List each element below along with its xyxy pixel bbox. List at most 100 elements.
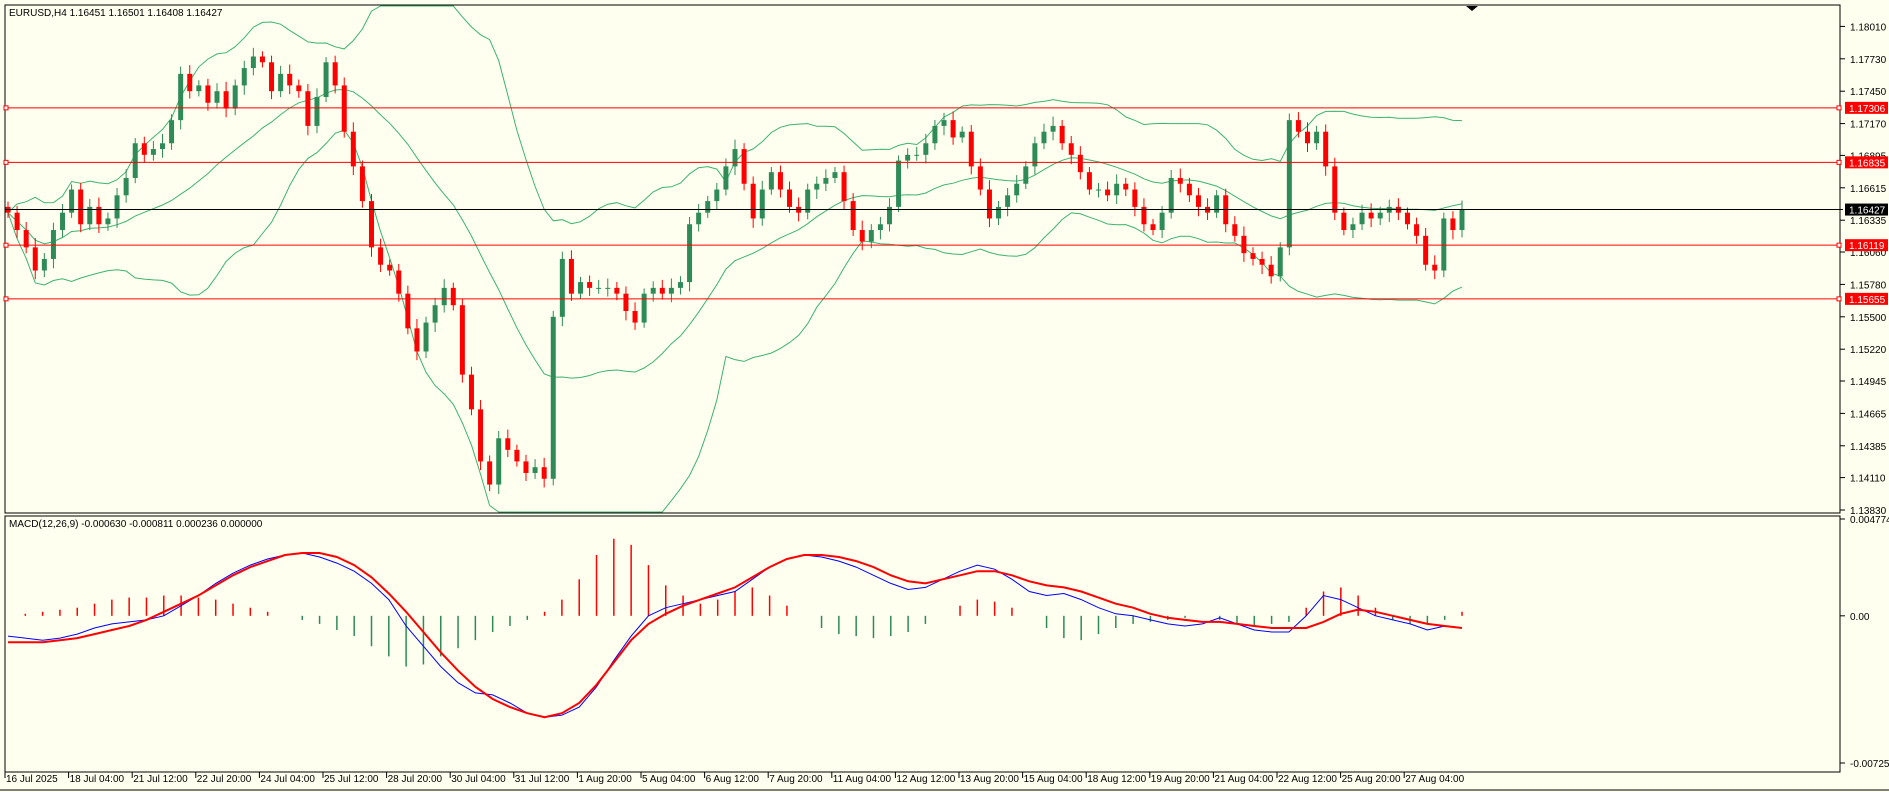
candle-body (1096, 189, 1101, 191)
time-tick-label: 24 Jul 04:00 (260, 774, 315, 785)
price-tick-label: 1.14945 (1850, 377, 1887, 388)
candle-body (1259, 258, 1265, 265)
candle[interactable] (478, 399, 484, 471)
candle-body (1295, 120, 1301, 132)
candle-body (1323, 131, 1329, 167)
candle-body (541, 467, 547, 479)
candle-body (914, 154, 920, 156)
candle[interactable] (359, 160, 365, 208)
level-handle-left[interactable] (3, 242, 9, 248)
candle-body (60, 212, 66, 231)
candle-body (1168, 177, 1174, 213)
price-tick-label: 1.18010 (1850, 22, 1887, 33)
candle-body (787, 189, 793, 207)
candle-body (1032, 143, 1038, 167)
candle-body (305, 91, 311, 126)
candle-body (650, 287, 656, 294)
level-handle-right[interactable] (1836, 296, 1842, 302)
candle[interactable] (323, 57, 329, 103)
candle-body (596, 287, 602, 289)
candle-body (514, 449, 520, 462)
time-tick-label: 22 Aug 12:00 (1278, 774, 1337, 785)
candle[interactable] (1332, 157, 1338, 220)
level-handle-left[interactable] (3, 105, 9, 111)
candle-body (1214, 195, 1220, 213)
candle-body (169, 120, 175, 144)
candle-body (296, 85, 302, 92)
candle-body (187, 73, 193, 92)
candle[interactable] (896, 155, 902, 213)
candle-body (259, 56, 265, 63)
candle-body (877, 224, 883, 231)
level-handle-right[interactable] (1836, 105, 1842, 111)
candle-body (1186, 183, 1192, 196)
candle-body (668, 287, 674, 294)
candle-body (496, 438, 502, 485)
candle[interactable] (741, 143, 747, 191)
price-tick-label: 1.14385 (1850, 442, 1887, 453)
candle-body (487, 461, 493, 485)
candle-body (141, 143, 147, 155)
candle-body (1241, 235, 1247, 254)
candle[interactable] (641, 288, 647, 328)
candle[interactable] (1286, 113, 1292, 256)
candle-body (1404, 212, 1410, 225)
candle-body (777, 172, 783, 190)
candle-body (478, 409, 484, 462)
candle-body (41, 258, 47, 271)
candle-body (150, 149, 156, 155)
candle-body (732, 149, 738, 167)
time-tick-label: 15 Aug 04:00 (1024, 774, 1083, 785)
candle[interactable] (496, 430, 502, 494)
price-tick-label: 1.14665 (1850, 409, 1887, 420)
candle[interactable] (132, 138, 138, 184)
candle-body (32, 247, 38, 271)
candle-body (214, 91, 220, 103)
candle[interactable] (550, 310, 556, 486)
time-tick-label: 5 Aug 04:00 (642, 774, 696, 785)
level-price-label: 1.16119 (1849, 241, 1885, 252)
candle-body (450, 287, 456, 306)
candle-body (123, 177, 129, 196)
candle-body (532, 467, 538, 473)
candle-body (1014, 183, 1020, 196)
candle-body (1177, 177, 1183, 184)
candle-body (559, 258, 565, 317)
time-tick-label: 16 Jul 2025 (6, 774, 58, 785)
level-price-label: 1.16835 (1849, 158, 1886, 169)
candle-body (250, 56, 256, 69)
candle-body (814, 183, 820, 190)
candle[interactable] (459, 298, 465, 383)
price-tick-label: 1.15780 (1850, 280, 1887, 291)
level-handle-left[interactable] (3, 159, 9, 165)
candle-body (1277, 247, 1283, 277)
candle-body (459, 305, 465, 375)
candle-body (1105, 189, 1111, 196)
candle-body (132, 143, 138, 178)
candle-body (1041, 131, 1047, 144)
candle-body (905, 154, 911, 161)
candle-body (868, 230, 874, 242)
level-handle-left[interactable] (3, 296, 9, 302)
candle[interactable] (178, 66, 184, 130)
time-tick-label: 21 Jul 12:00 (133, 774, 188, 785)
candle-body (1077, 154, 1083, 173)
level-handle-right[interactable] (1836, 159, 1842, 165)
level-handle-right[interactable] (1836, 242, 1842, 248)
candle[interactable] (559, 251, 565, 327)
price-tick-label: 1.17450 (1850, 87, 1887, 98)
candle-body (159, 143, 165, 150)
candle-body (269, 62, 275, 92)
candle-body (823, 177, 829, 184)
candle-body (378, 247, 384, 265)
price-tick-label: 1.17730 (1850, 55, 1887, 66)
candle[interactable] (369, 193, 374, 257)
candle-body (332, 62, 338, 86)
candle-body (941, 120, 947, 126)
candle[interactable] (1277, 242, 1283, 282)
candle-body (1268, 264, 1274, 277)
candle-body (1450, 218, 1456, 231)
candle-body (1359, 212, 1365, 225)
time-tick-label: 11 Aug 04:00 (833, 774, 892, 785)
candle[interactable] (687, 216, 693, 292)
